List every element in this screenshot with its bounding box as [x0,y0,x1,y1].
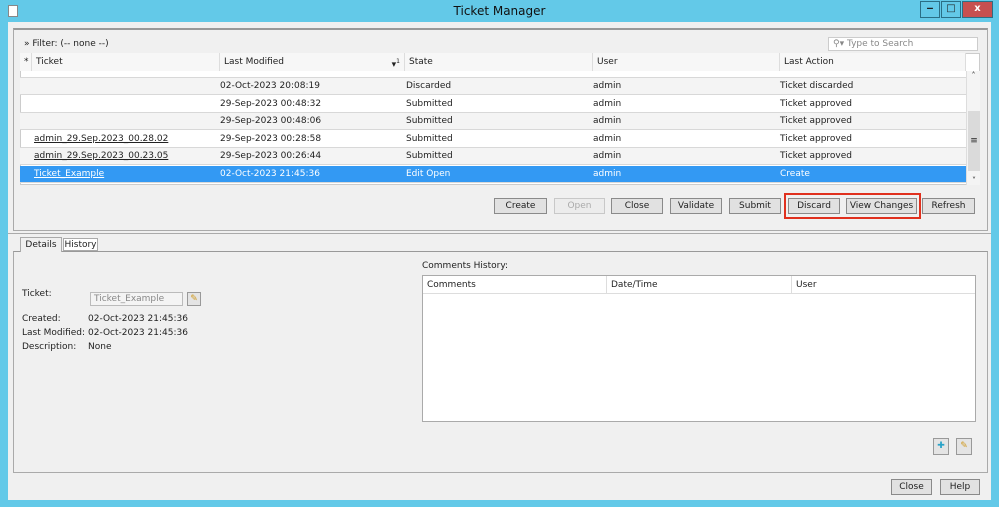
close-button[interactable]: Close [891,479,932,495]
view-changes-button[interactable]: View Changes [846,198,917,214]
comments-header-user[interactable]: User [792,276,975,294]
tab-history[interactable]: History [63,238,98,251]
splitter[interactable] [8,233,991,235]
create-button[interactable]: Create [494,198,547,214]
open-button[interactable]: Open [554,198,605,214]
table-row[interactable]: 02-Oct-2023 20:08:19 Discarded admin Ticket… [20,78,966,95]
edit-ticket-name-button[interactable]: ✎ [187,292,201,306]
cell-user: admin [593,151,622,161]
table-row[interactable]: admin_29.Sep.2023_00.28.02 29-Sep-2023 00… [20,131,966,148]
cell-state: Submitted [406,99,453,109]
ticket-label: Ticket: [22,289,52,299]
plus-icon: ✚ [937,441,945,451]
cell-ticket[interactable]: admin_29.Sep.2023_00.28.02 [34,131,168,148]
last-modified-label: Last Modified: [22,328,86,338]
table-row[interactable]: admin_29.Sep.2023_00.23.05 29-Sep-2023 00… [20,148,966,165]
column-header-user[interactable]: User [593,53,780,71]
cell-modified: 02-Oct-2023 20:08:19 [220,81,320,91]
table-row[interactable]: 29-Sep-2023 00:48:06 Submitted admin Ticket… [20,113,966,130]
edit-comment-button[interactable]: ✎ [956,438,972,455]
ticket-name-field[interactable]: Ticket_Example [90,292,183,306]
last-modified-value: 02-Oct-2023 21:45:36 [88,328,188,338]
window-title: Ticket Manager [453,4,546,18]
scroll-down-icon[interactable]: ˅ [967,176,981,185]
cell-ticket[interactable]: Ticket_Example [34,166,104,183]
cell-state: Submitted [406,151,453,161]
cell-modified: 29-Sep-2023 00:48:32 [220,99,322,109]
cell-user: admin [593,169,622,179]
cell-action: Ticket approved [780,99,853,109]
column-header-ticket[interactable]: Ticket [32,53,220,71]
tab-details[interactable]: Details [20,237,62,252]
close-ticket-button[interactable]: Close [611,198,663,214]
search-placeholder: Type to Search [846,39,914,49]
search-input[interactable]: ⚲▾ Type to Search [828,37,978,51]
partial-row [20,71,966,78]
column-header-last-action[interactable]: Last Action [780,53,966,71]
cell-action: Create [780,169,810,179]
expand-filter-icon: » [24,39,30,49]
validate-button[interactable]: Validate [670,198,722,214]
cell-state: Edit Open [406,169,451,179]
comments-header-comments[interactable]: Comments [423,276,607,294]
column-header-star[interactable]: * [20,53,32,71]
column-header-state[interactable]: State [405,53,593,71]
title-bar: Ticket Manager [0,0,999,22]
cell-modified: 29-Sep-2023 00:26:44 [220,151,322,161]
description-label: Description: [22,342,77,352]
cell-modified: 29-Sep-2023 00:48:06 [220,116,322,126]
cell-state: Discarded [406,81,452,91]
filter-label: Filter: (-- none --) [32,39,109,49]
app-icon [8,5,18,17]
cell-user: admin [593,99,622,109]
comments-history-label: Comments History: [422,261,509,271]
vertical-scrollbar[interactable]: ˄ ≡ ˅ [966,71,980,185]
discard-button[interactable]: Discard [788,198,840,214]
comments-header-datetime[interactable]: Date/Time [607,276,792,294]
table-row[interactable]: Ticket_Example 02-Oct-2023 21:45:36 Edit O… [20,166,966,183]
filter-bar[interactable]: » Filter: (-- none --) [20,37,820,51]
close-window-button[interactable]: x [962,1,993,18]
cell-state: Submitted [406,134,453,144]
cell-action: Ticket approved [780,151,853,161]
cell-state: Submitted [406,116,453,126]
table-row[interactable]: 29-Sep-2023 00:48:32 Submitted admin Ticket… [20,96,966,113]
maximize-button[interactable]: □ [941,1,961,18]
column-header-last-modified[interactable]: Last Modified ▾1 [220,53,405,71]
pencil-icon: ✎ [190,294,198,304]
submit-button[interactable]: Submit [729,198,781,214]
help-button[interactable]: Help [940,479,980,495]
description-value: None [88,342,112,352]
cell-ticket[interactable]: admin_29.Sep.2023_00.23.05 [34,148,168,165]
cell-user: admin [593,134,622,144]
cell-modified: 02-Oct-2023 21:45:36 [220,169,320,179]
comments-table [422,275,976,422]
scroll-thumb[interactable]: ≡ [968,111,980,171]
cell-action: Ticket approved [780,134,853,144]
column-label: Last Modified [224,57,285,67]
cell-action: Ticket discarded [780,81,854,91]
search-icon: ⚲▾ [833,39,845,49]
cell-user: admin [593,116,622,126]
minimize-button[interactable]: ‒ [920,1,940,18]
created-value: 02-Oct-2023 21:45:36 [88,314,188,324]
add-comment-button[interactable]: ✚ [933,438,949,455]
refresh-button[interactable]: Refresh [922,198,975,214]
scroll-up-icon[interactable]: ˄ [967,71,980,83]
cell-action: Ticket approved [780,116,853,126]
created-label: Created: [22,314,61,324]
cell-modified: 29-Sep-2023 00:28:58 [220,134,322,144]
pencil-icon: ✎ [960,441,968,451]
cell-user: admin [593,81,622,91]
